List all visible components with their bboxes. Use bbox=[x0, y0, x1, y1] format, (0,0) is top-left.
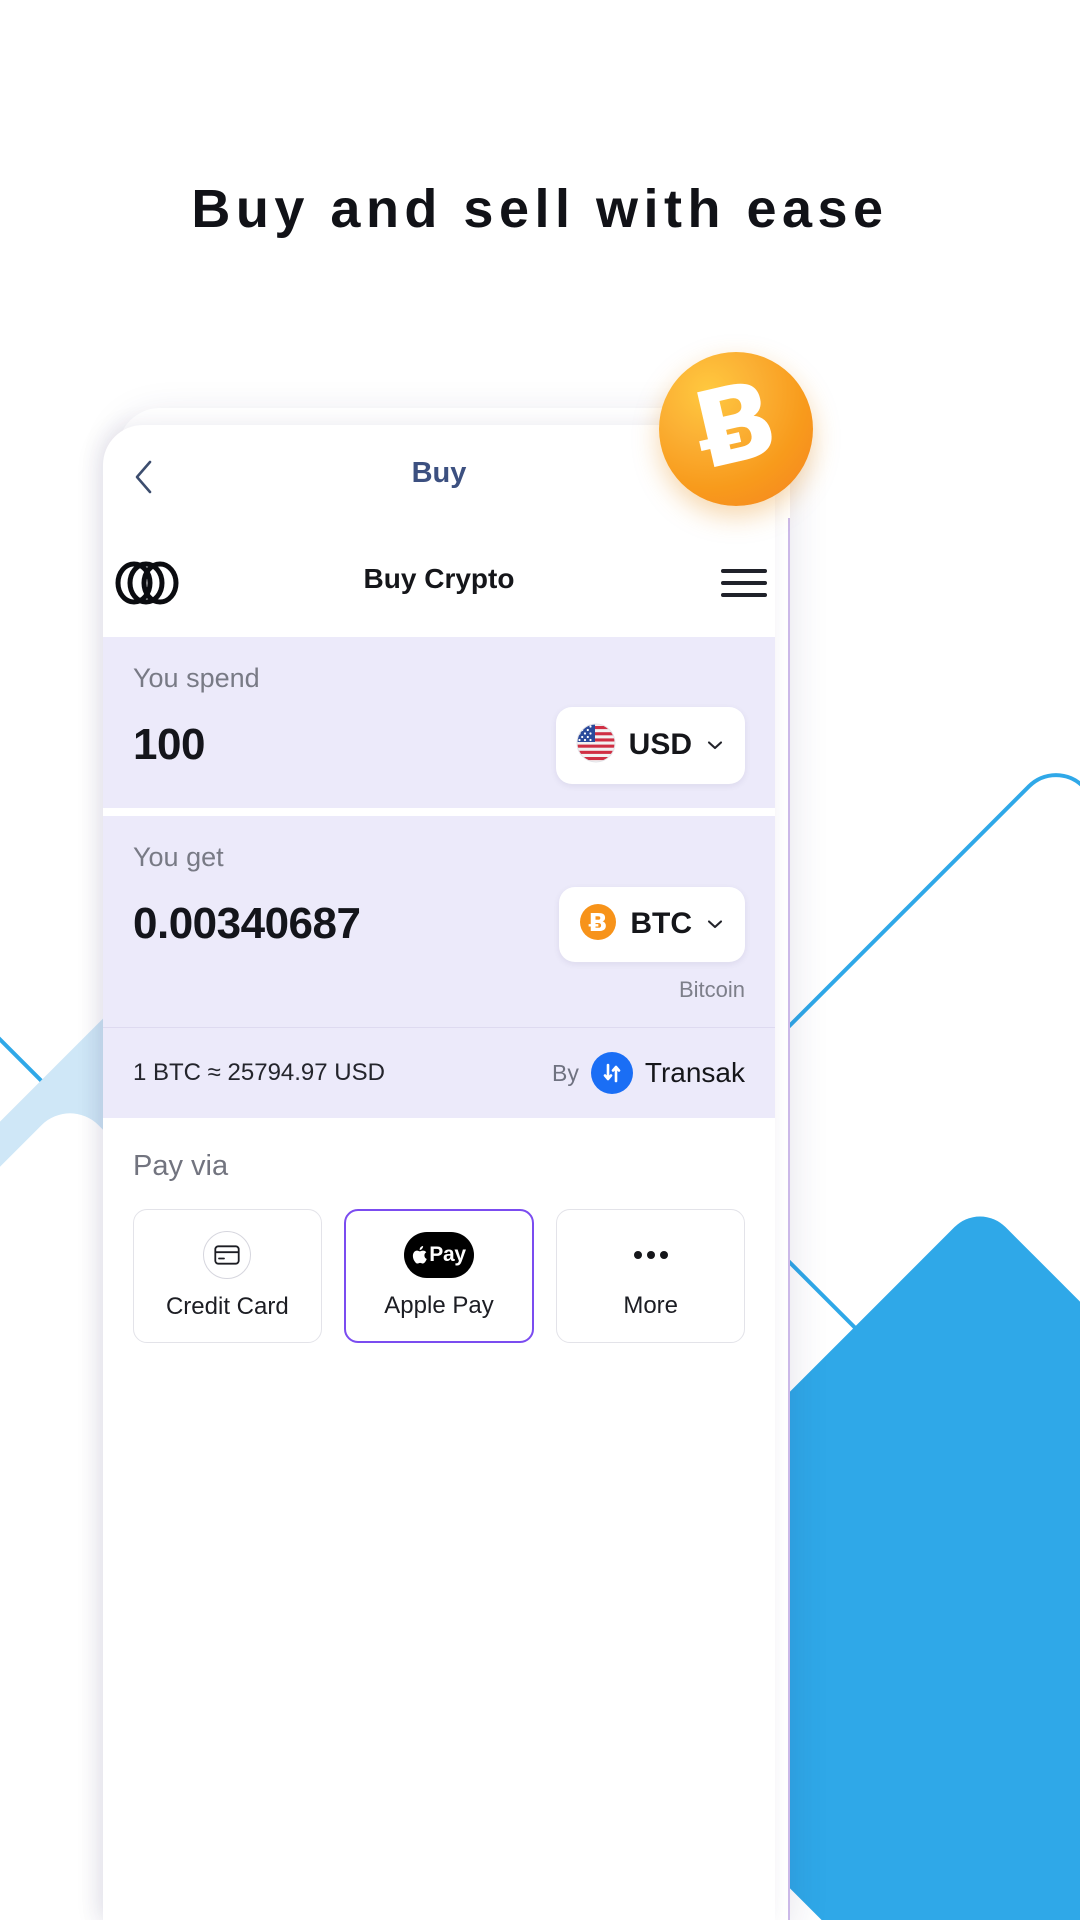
bitcoin-coin-badge: Ƀ bbox=[659, 352, 813, 506]
phone-screen: Buy Buy Crypto You spend 100 USD You get… bbox=[103, 425, 775, 1920]
transak-swap-icon bbox=[590, 1052, 633, 1094]
widget-title: Buy Crypto bbox=[363, 563, 515, 594]
exchange-rate-text: 1 BTC ≈ 25794.97 USD bbox=[133, 1059, 385, 1086]
bitcoin-icon: Ƀ bbox=[579, 903, 617, 946]
exchange-rate-row: 1 BTC ≈ 25794.97 USD By Transak bbox=[103, 1027, 775, 1118]
provider-attribution: By Transak bbox=[552, 1052, 745, 1094]
payment-method-list: Credit Card Pay Apple Pay More bbox=[133, 1209, 746, 1343]
provider-name: Transak bbox=[644, 1057, 745, 1088]
bitcoin-symbol-icon: Ƀ bbox=[683, 356, 789, 493]
chevron-down-icon bbox=[705, 735, 725, 755]
payment-method-label: Apple Pay bbox=[384, 1292, 494, 1319]
get-currency-label: BTC bbox=[630, 907, 692, 940]
you-spend-panel: You spend 100 USD bbox=[103, 637, 775, 808]
get-currency-selector[interactable]: Ƀ BTC bbox=[559, 886, 745, 962]
spend-amount-input[interactable]: 100 bbox=[133, 720, 205, 770]
you-spend-label: You spend bbox=[133, 663, 260, 693]
get-amount-input[interactable]: 0.00340687 bbox=[133, 899, 361, 949]
svg-text:Ƀ: Ƀ bbox=[589, 908, 608, 937]
payment-method-label: Credit Card bbox=[165, 1293, 289, 1320]
hamburger-menu-icon[interactable] bbox=[721, 565, 767, 601]
you-get-panel: You get 0.00340687 Ƀ BTC Bitcoin bbox=[103, 816, 775, 1027]
payment-method-credit-card[interactable]: Credit Card bbox=[133, 1209, 322, 1343]
ellipsis-icon bbox=[628, 1232, 674, 1278]
spend-currency-selector[interactable]: USD bbox=[555, 706, 745, 784]
pay-via-label: Pay via bbox=[133, 1150, 229, 1182]
you-get-label: You get bbox=[133, 842, 224, 872]
widget-header: Buy Crypto bbox=[103, 529, 775, 637]
page-title: Buy and sell with ease bbox=[191, 179, 889, 239]
chevron-down-icon bbox=[705, 914, 725, 934]
payment-method-apple-pay[interactable]: Pay Apple Pay bbox=[343, 1209, 535, 1343]
apple-pay-icon: Pay bbox=[404, 1232, 474, 1278]
payment-method-more[interactable]: More bbox=[556, 1209, 746, 1343]
get-currency-fullname: Bitcoin bbox=[678, 977, 745, 1002]
us-flag-icon bbox=[576, 723, 616, 768]
pay-via-section: Pay via Credit Card Pay Apple Pay More bbox=[103, 1118, 775, 1343]
payment-method-label: More bbox=[623, 1292, 679, 1319]
spend-currency-label: USD bbox=[628, 728, 692, 761]
apple-pay-text: Pay bbox=[429, 1243, 466, 1266]
credit-card-icon bbox=[203, 1231, 252, 1279]
provider-by-label: By bbox=[552, 1059, 579, 1086]
